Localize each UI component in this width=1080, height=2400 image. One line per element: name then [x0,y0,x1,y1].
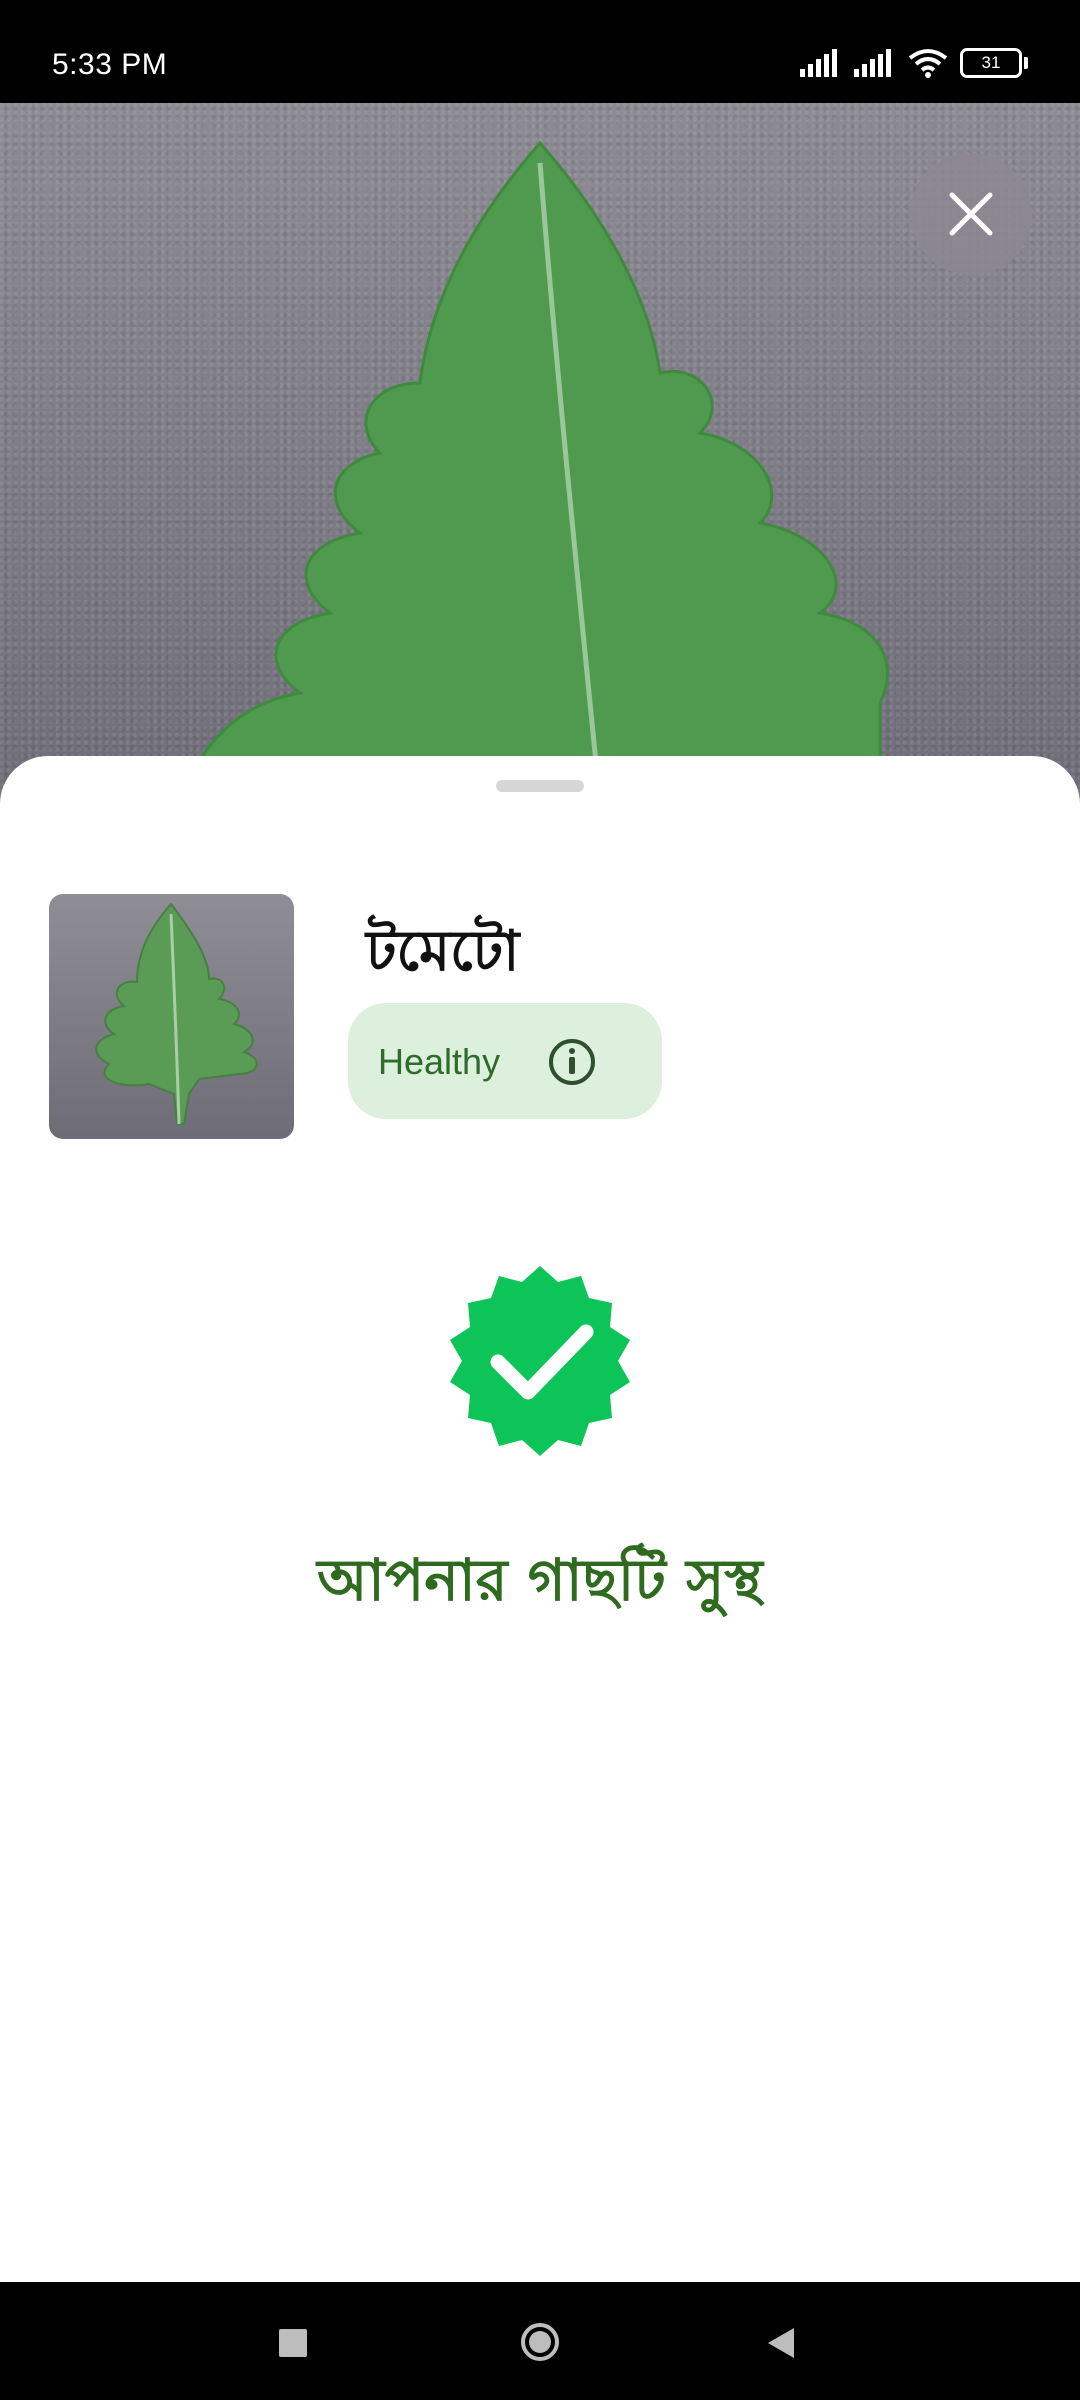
status-icons: 31 [800,48,1028,78]
wifi-icon [908,49,948,78]
leaf-thumbnail-image [95,902,258,1125]
plant-name: টমেটো [366,919,520,984]
navigation-bar [0,2282,1080,2400]
home-button[interactable] [520,2322,560,2362]
verified-check-icon [450,1266,630,1456]
leaf-thumbnail [49,894,294,1139]
recents-button[interactable] [279,2329,307,2357]
close-button[interactable] [910,153,1032,275]
battery-level: 31 [981,53,1001,72]
status-time: 5:33 PM [52,48,168,81]
close-icon [949,192,993,236]
health-status-chip[interactable]: Healthy [348,1003,662,1119]
health-status-label: Healthy [378,1041,501,1082]
battery-icon: 31 [960,48,1028,78]
leaf-photo [0,103,1080,803]
health-result-message: আপনার গাছটি সুস্থ [317,1546,763,1614]
status-bar: 5:33 PM 31 [0,0,1080,103]
sheet-drag-handle[interactable] [496,780,584,792]
signal-icon [854,49,891,77]
result-sheet: টমেটো Healthy আপনার গাছটি সুস্থ [0,756,1080,2282]
signal-icon [800,49,837,77]
back-button[interactable] [764,2326,798,2360]
info-icon[interactable] [547,1037,597,1087]
